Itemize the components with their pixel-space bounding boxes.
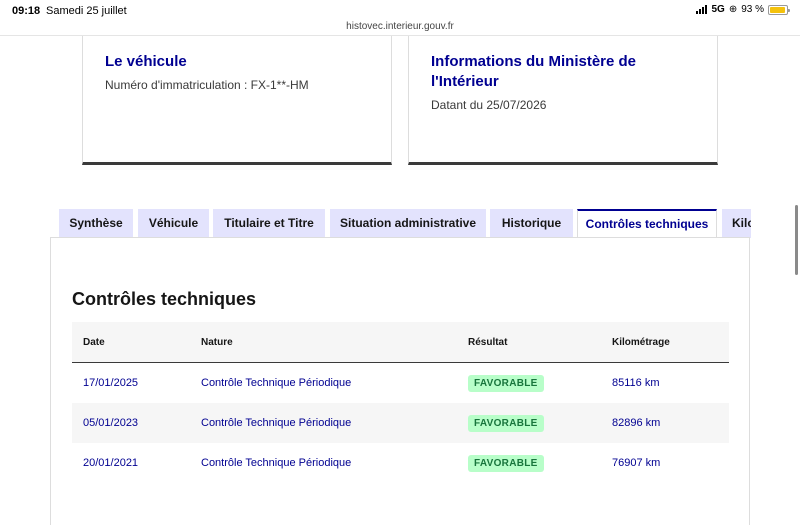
row-date: 05/01/2023 [83, 417, 139, 429]
ministry-card: Informations du Ministère de l'Intérieur… [408, 36, 718, 165]
table-row: 05/01/2023 Contrôle Technique Périodique… [72, 403, 729, 443]
row-kilometrage: 82896 km [612, 417, 661, 429]
location-icon: ⊕ [728, 4, 738, 15]
tab-controles-techniques[interactable]: Contrôles techniques [577, 209, 717, 238]
status-time: 09:18 [12, 5, 41, 17]
result-badge: FAVORABLE [468, 415, 544, 432]
network-label: 5G [711, 4, 725, 15]
tab-list: Synthèse Véhicule Titulaire et Titre Sit… [59, 209, 751, 238]
vehicle-card-title: Le véhicule [105, 53, 187, 70]
signal-icon [696, 5, 708, 14]
row-date: 17/01/2025 [83, 377, 139, 389]
tab-situation-administrative[interactable]: Situation administrative [330, 209, 486, 238]
header-resultat: Résultat [468, 337, 508, 348]
vehicle-card: Le véhicule Numéro d'immatriculation : F… [82, 36, 392, 165]
table-row: 20/01/2021 Contrôle Technique Périodique… [72, 443, 729, 483]
header-nature: Nature [201, 337, 233, 348]
controles-table: Date Nature Résultat Kilométrage 17/01/2… [72, 322, 729, 483]
result-badge: FAVORABLE [468, 375, 544, 392]
status-date: Samedi 25 juillet [46, 5, 127, 17]
battery-icon [768, 4, 790, 15]
result-badge: FAVORABLE [468, 455, 544, 472]
header-date: Date [83, 337, 105, 348]
table-header: Date Nature Résultat Kilométrage [72, 322, 729, 363]
tab-titulaire[interactable]: Titulaire et Titre [213, 209, 325, 238]
status-indicators: 5G ⊕ 93 % [696, 4, 790, 15]
tab-vehicule[interactable]: Véhicule [138, 209, 209, 238]
ministry-card-title: Informations du Ministère de l'Intérieur [431, 53, 637, 90]
row-nature: Contrôle Technique Périodique [201, 377, 352, 389]
vehicle-card-description: Numéro d'immatriculation : FX-1**-HM [105, 78, 309, 92]
ministry-card-description: Datant du 25/07/2026 [431, 98, 547, 112]
address-bar[interactable]: histovec.interieur.gouv.fr [0, 21, 800, 32]
section-title: Contrôles techniques [72, 289, 257, 309]
row-nature: Contrôle Technique Périodique [201, 457, 352, 469]
row-kilometrage: 85116 km [612, 377, 660, 389]
page-scrollbar[interactable] [795, 205, 798, 275]
tab-synthese[interactable]: Synthèse [59, 209, 133, 238]
battery-label: 93 % [741, 4, 764, 15]
row-nature: Contrôle Technique Périodique [201, 417, 352, 429]
tab-panel: Contrôles techniques Date Nature Résulta… [50, 237, 750, 525]
tab-historique[interactable]: Historique [490, 209, 573, 238]
row-date: 20/01/2021 [83, 457, 139, 469]
tab-kilometrage[interactable]: Kilométrage [722, 209, 751, 238]
status-bar: 09:18 Samedi 25 juillet 5G ⊕ 93 % histov… [0, 0, 800, 36]
header-kilometrage: Kilométrage [612, 337, 670, 348]
table-row: 17/01/2025 Contrôle Technique Périodique… [72, 363, 729, 403]
row-kilometrage: 76907 km [612, 457, 661, 469]
